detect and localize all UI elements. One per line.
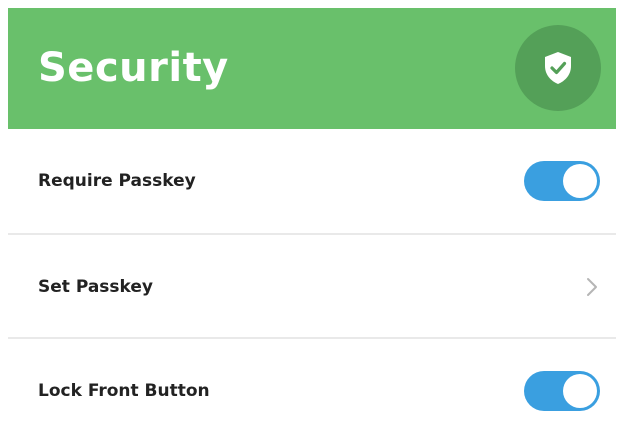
shield-badge <box>515 25 601 111</box>
shield-check-icon <box>545 52 571 84</box>
setting-row-lock-front-button: Lock Front Button <box>8 339 616 443</box>
header-bar: Security <box>8 8 616 129</box>
setting-label-lock-front-button: Lock Front Button <box>38 381 210 401</box>
page-title: Security <box>38 45 229 91</box>
setting-row-require-passkey: Require Passkey <box>8 129 616 233</box>
lock-front-button-toggle[interactable] <box>524 371 600 411</box>
require-passkey-toggle[interactable] <box>524 161 600 201</box>
setting-label-set-passkey: Set Passkey <box>38 277 153 297</box>
toggle-knob <box>563 164 597 198</box>
security-screen: Security Require Passkey Set Passkey Loc… <box>8 8 616 444</box>
setting-row-set-passkey[interactable]: Set Passkey <box>8 235 616 339</box>
chevron-right-icon[interactable] <box>582 275 602 299</box>
toggle-knob <box>563 374 597 408</box>
setting-label-require-passkey: Require Passkey <box>38 171 196 191</box>
